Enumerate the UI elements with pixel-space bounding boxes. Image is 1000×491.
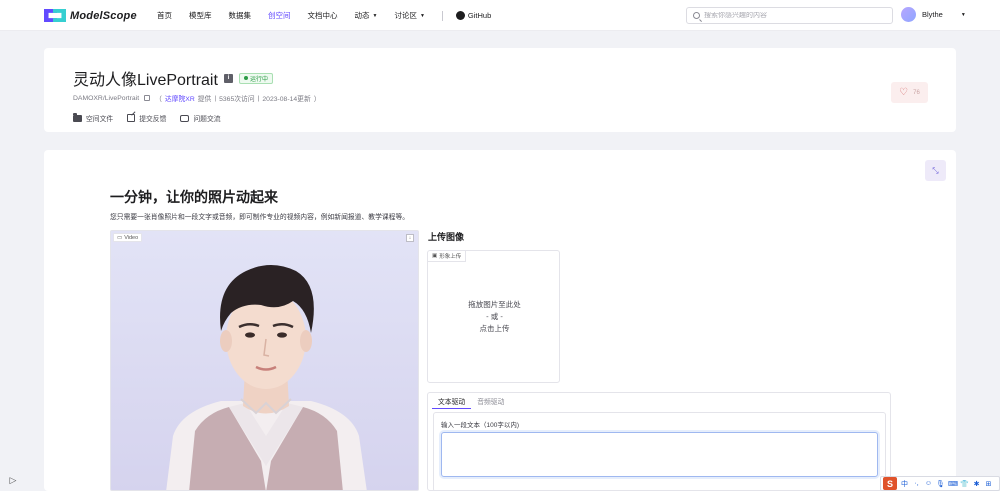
image-icon: ▣ <box>432 253 438 259</box>
top-nav: ModelScope 首页 模型库 数据集 创空间 文档中心 动态 ▼ 讨论区 ▼ … <box>0 0 1000 31</box>
discussion-link[interactable]: 问题交流 <box>180 113 221 123</box>
search-input[interactable] <box>704 12 874 19</box>
video-icon: ▭ <box>117 234 123 241</box>
meta-row: DAMOXR/LivePortrait （ 达摩院XR 提供 | 5365次访问… <box>73 93 321 104</box>
logo-mark-icon <box>44 9 66 22</box>
upload-line-drop: 拖放图片至此处 <box>468 300 521 309</box>
ime-toolbar: S 中 ·, ☺ 🎙 ⌨ 👕 ✱ ⊞ <box>880 476 1000 491</box>
collapse-icon: ⤡ <box>932 165 939 175</box>
studio-header: 灵动人像LivePortrait i 运行中 DAMOXR/LivePortra… <box>44 48 956 132</box>
updated-date: 2023-08-14更新 <box>262 96 311 103</box>
feedback-link[interactable]: 提交反馈 <box>127 113 166 123</box>
grid-menu-icon[interactable]: ⊞ <box>984 480 993 488</box>
search-icon <box>693 12 700 19</box>
repo-name: DAMOXR/LivePortrait <box>73 94 140 102</box>
provider-link[interactable]: 达摩院XR <box>165 93 195 103</box>
modelscope-logo[interactable]: ModelScope <box>44 9 137 22</box>
tab-text-drive[interactable]: 文本驱动 <box>432 393 472 409</box>
tools-icon[interactable]: ✱ <box>972 480 981 488</box>
nav-item-activity-label: 动态 <box>354 11 370 20</box>
sogou-logo-icon[interactable]: S <box>883 477 897 490</box>
portrait-image <box>111 231 418 490</box>
like-count: 76 <box>913 89 920 96</box>
meta-separator: | <box>257 94 260 102</box>
nav-item-github-label: GitHub <box>467 11 492 20</box>
title-row: 灵动人像LivePortrait i 运行中 <box>73 66 273 90</box>
feedback-label: 提交反馈 <box>139 116 167 123</box>
search-box[interactable] <box>686 7 893 24</box>
space-files-label: 空间文件 <box>86 116 114 123</box>
provider-close: ） <box>313 96 321 103</box>
text-input[interactable] <box>441 432 878 477</box>
chat-icon <box>180 114 190 122</box>
skin-icon[interactable]: 👕 <box>960 480 969 488</box>
microphone-icon[interactable]: 🎙 <box>936 480 945 488</box>
nav-item-home[interactable]: 首页 <box>157 10 172 21</box>
upload-tag-text: 形象上传 <box>439 254 462 260</box>
studio-app: ⤡ 一分钟，让你的照片动起来 您只需要一张肖像照片和一段文字或音频，即可制作专业… <box>44 150 956 491</box>
provider-open: （ <box>155 96 162 103</box>
provider-suffix: 提供 <box>197 96 212 103</box>
nav-item-datasets[interactable]: 数据集 <box>229 10 252 21</box>
text-input-panel: 输入一段文本（100字以内) <box>433 412 886 491</box>
upload-heading: 上传图像 <box>428 232 465 242</box>
user-menu[interactable]: Blythe ▼ <box>901 7 966 22</box>
status-dot-icon <box>243 76 248 80</box>
heart-icon: ♡ <box>899 86 909 98</box>
action-row: 空间文件 提交反馈 问题交流 <box>73 112 221 123</box>
image-upload-dropzone[interactable]: ▣ 形象上传 拖放图片至此处 - 或 - 点击上传 <box>427 250 560 383</box>
caret-down-icon: ▼ <box>372 12 378 19</box>
tab-audio-drive[interactable]: 音频驱动 <box>471 393 510 409</box>
keyboard-icon[interactable]: ⌨ <box>948 480 958 488</box>
logo-text: ModelScope <box>70 9 137 22</box>
ime-language-toggle[interactable]: 中 <box>900 479 909 489</box>
nav-item-discussion-label: 讨论区 <box>394 11 417 20</box>
download-icon[interactable]: ↓ <box>406 234 414 242</box>
visit-count: 5365次访问 <box>219 96 255 103</box>
video-label-text: Video <box>124 234 139 241</box>
meta-separator: | <box>214 94 217 102</box>
nav-item-discussion[interactable]: 讨论区 ▼ <box>394 10 424 21</box>
tab-bar: 文本驱动 音频驱动 <box>432 393 510 409</box>
nav-menu: 首页 模型库 数据集 创空间 文档中心 动态 ▼ 讨论区 ▼ GitHub <box>157 0 508 31</box>
app-title: 一分钟，让你的照片动起来 <box>110 189 278 205</box>
upload-line-click: 点击上传 <box>479 324 510 333</box>
upload-instructions: 拖放图片至此处 - 或 - 点击上传 <box>428 299 561 335</box>
folder-icon <box>73 112 82 122</box>
upload-tag: ▣ 形象上传 <box>428 251 467 262</box>
avatar[interactable] <box>901 7 916 22</box>
video-label: ▭ Video <box>113 233 143 242</box>
nav-item-studios[interactable]: 创空间 <box>268 10 291 21</box>
drive-panel: 文本驱动 音频驱动 输入一段文本（100字以内) <box>427 392 891 491</box>
nav-item-models[interactable]: 模型库 <box>189 10 212 21</box>
edit-icon <box>127 114 136 122</box>
page-title: 灵动人像LivePortrait <box>73 72 218 89</box>
user-name: Blythe <box>922 10 943 19</box>
sidebar-toggle-icon[interactable]: ▷ <box>7 474 19 486</box>
nav-item-docs[interactable]: 文档中心 <box>308 10 338 21</box>
github-icon <box>455 11 465 20</box>
info-icon[interactable]: i <box>223 73 233 83</box>
caret-down-icon: ▼ <box>419 12 425 19</box>
discussion-label: 问题交流 <box>193 116 221 123</box>
space-files-link[interactable]: 空间文件 <box>73 112 114 123</box>
collapse-button[interactable]: ⤡ <box>925 160 946 181</box>
like-button[interactable]: ♡ 76 <box>891 82 928 103</box>
upload-line-or: - 或 - <box>486 312 503 321</box>
copy-icon[interactable] <box>144 95 151 101</box>
status-badge: 运行中 <box>238 72 273 84</box>
nav-item-github[interactable]: GitHub <box>455 11 492 20</box>
nav-divider <box>441 10 443 21</box>
nav-item-activity[interactable]: 动态 ▼ <box>355 10 378 21</box>
video-player[interactable]: ▭ Video ↓ <box>110 230 419 491</box>
caret-down-icon[interactable]: ▼ <box>961 12 966 18</box>
emoji-icon[interactable]: ☺ <box>924 480 933 487</box>
app-description: 您只需要一张肖像照片和一段文字或音频，即可制作专业的视频内容，例如新闻报道、教学… <box>110 214 410 221</box>
text-input-label: 输入一段文本（100字以内) <box>441 422 520 429</box>
ime-punctuation-toggle[interactable]: ·, <box>912 480 921 487</box>
status-text: 运行中 <box>249 76 268 83</box>
